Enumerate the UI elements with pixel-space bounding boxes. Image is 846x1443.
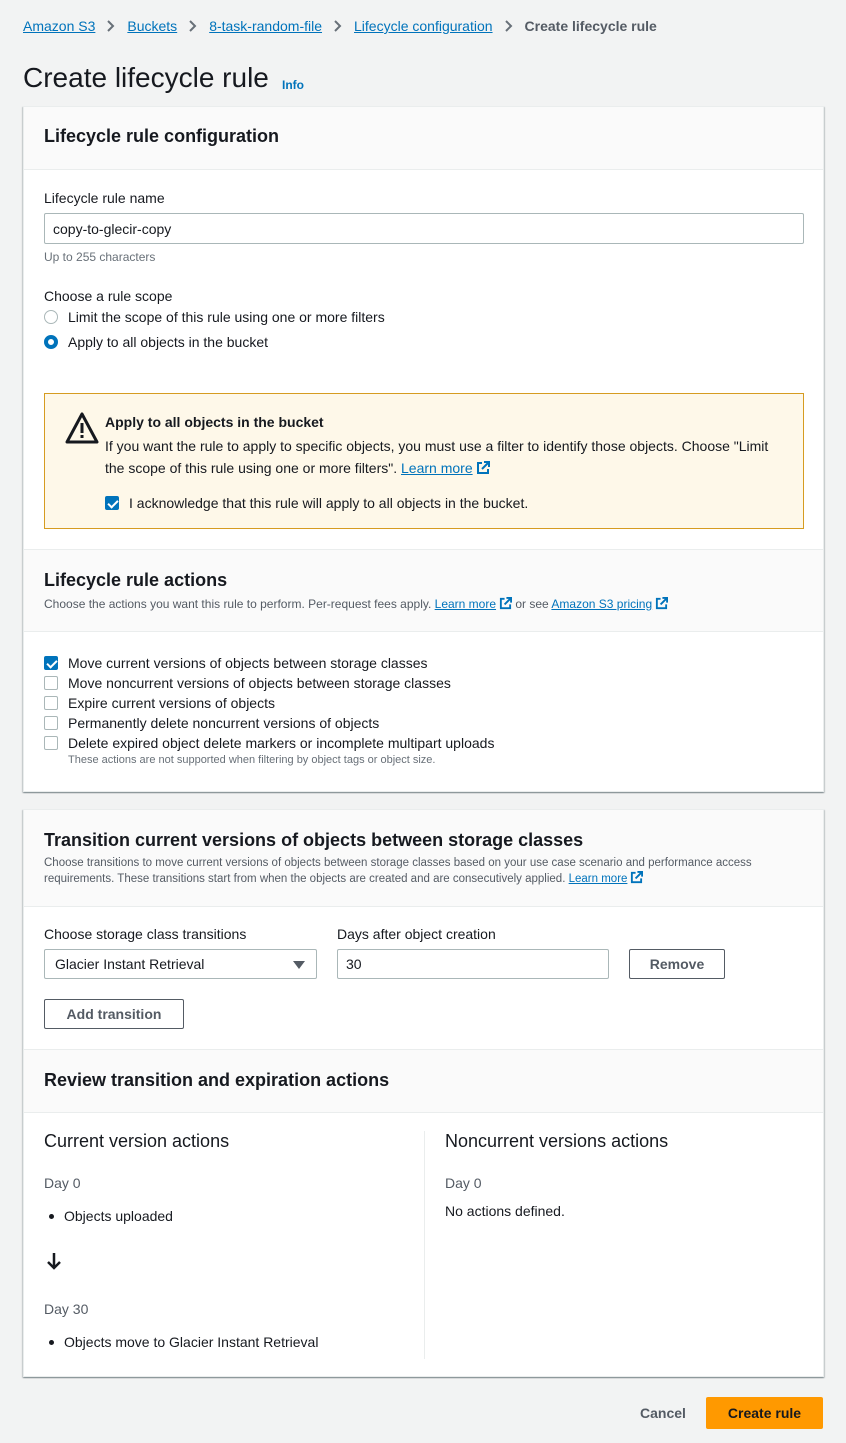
chevron-right-icon	[322, 16, 354, 36]
column-divider	[424, 1131, 425, 1359]
storage-class-label: Choose storage class transitions	[44, 926, 247, 942]
current-day30-item-text: Objects move to Glacier Instant Retrieva…	[64, 1334, 319, 1350]
config-title: Lifecycle rule configuration	[44, 126, 280, 146]
external-link-icon	[499, 597, 513, 614]
rule-name-label: Lifecycle rule name	[44, 190, 165, 206]
breadcrumb-lifecycle-configuration[interactable]: Lifecycle configuration	[354, 18, 493, 34]
chevron-right-icon	[95, 16, 127, 36]
actions-or-see: or see	[515, 597, 549, 611]
actions-title: Lifecycle rule actions	[44, 570, 228, 590]
cancel-button[interactable]: Cancel	[640, 1405, 686, 1421]
current-actions-title: Current version actions	[44, 1131, 230, 1151]
actions-desc-text: Choose the actions you want this rule to…	[44, 597, 432, 611]
transition-card: Transition current versions of objects b…	[23, 809, 824, 1377]
scope-warning-alert: Apply to all objects in the bucket If yo…	[44, 393, 804, 529]
days-input[interactable]: 30	[337, 949, 609, 979]
actions-learn-more-link[interactable]: Learn more	[435, 597, 496, 611]
breadcrumb-buckets[interactable]: Buckets	[127, 18, 177, 34]
action-label: Move noncurrent versions of objects betw…	[68, 675, 451, 691]
action-label: Move current versions of objects between…	[68, 655, 428, 671]
config-header: Lifecycle rule configuration	[24, 107, 823, 170]
scope-option-filter-label: Limit the scope of this rule using one o…	[68, 309, 385, 325]
remove-label: Remove	[649, 956, 705, 972]
action-label: Delete expired object delete markers or …	[68, 735, 495, 751]
storage-class-value: Glacier Instant Retrieval	[55, 956, 205, 972]
external-link-icon	[655, 597, 669, 614]
arrow-down-icon	[46, 1252, 62, 1273]
transition-desc-text: requirements. These transitions start fr…	[44, 873, 566, 885]
noncurrent-empty: No actions defined.	[445, 1203, 565, 1219]
warning-icon	[65, 412, 99, 447]
review-title: Review transition and expiration actions	[44, 1070, 390, 1090]
action-checkbox[interactable]	[44, 656, 58, 670]
external-link-icon	[630, 871, 644, 889]
action-move-noncurrent[interactable]: Move noncurrent versions of objects betw…	[44, 675, 451, 691]
breadcrumb: Amazon S3 Buckets 8-task-random-file Lif…	[23, 16, 657, 36]
create-rule-label: Create rule	[727, 1405, 802, 1421]
current-day0-item-text: Objects uploaded	[64, 1208, 173, 1224]
transition-title: Transition current versions of objects b…	[44, 830, 584, 850]
action-delete-noncurrent[interactable]: Permanently delete noncurrent versions o…	[44, 715, 379, 731]
action-delete-markers[interactable]: Delete expired object delete markers or …	[44, 735, 494, 751]
create-rule-button[interactable]: Create rule	[706, 1397, 823, 1429]
caret-down-icon	[293, 961, 305, 969]
rule-name-value: copy-to-glecir-copy	[53, 220, 172, 237]
days-value: 30	[346, 956, 362, 972]
page-title: Create lifecycle rule	[23, 62, 269, 93]
breadcrumb-bucket[interactable]: 8-task-random-file	[209, 18, 322, 34]
add-transition-button[interactable]: Add transition	[44, 999, 184, 1029]
current-day0: Day 0	[44, 1175, 81, 1191]
scope-radio-all[interactable]: Apply to all objects in the bucket	[44, 334, 268, 350]
acknowledge-checkbox[interactable]	[105, 496, 119, 510]
rule-scope-label: Choose a rule scope	[44, 288, 173, 304]
lifecycle-config-card: Lifecycle rule configuration Lifecycle r…	[23, 106, 824, 792]
scope-option-all-label: Apply to all objects in the bucket	[68, 334, 269, 350]
alert-text: If you want the rule to apply to specifi…	[105, 435, 785, 481]
action-checkbox[interactable]	[44, 736, 58, 750]
alert-learn-more-link[interactable]: Learn more	[401, 460, 473, 476]
radio-unchecked[interactable]	[44, 310, 58, 324]
action-checkbox[interactable]	[44, 696, 58, 710]
alert-title: Apply to all objects in the bucket	[105, 414, 324, 430]
noncurrent-actions-title: Noncurrent versions actions	[445, 1131, 669, 1151]
chevron-right-icon	[493, 16, 525, 36]
transition-desc-line2: requirements. These transitions start fr…	[44, 871, 644, 889]
action-move-current[interactable]: Move current versions of objects between…	[44, 655, 428, 671]
external-link-icon	[476, 459, 490, 481]
info-link[interactable]: Info	[282, 78, 304, 92]
action-label: Expire current versions of objects	[68, 695, 275, 711]
acknowledge-checkbox-row[interactable]: I acknowledge that this rule will apply …	[105, 495, 528, 511]
scope-radio-filter[interactable]: Limit the scope of this rule using one o…	[44, 309, 385, 325]
s3-pricing-link[interactable]: Amazon S3 pricing	[551, 597, 652, 611]
breadcrumb-amazon-s3[interactable]: Amazon S3	[23, 18, 95, 34]
rule-name-input[interactable]: copy-to-glecir-copy	[44, 213, 804, 244]
transition-header: Transition current versions of objects b…	[24, 810, 823, 907]
actions-note: These actions are not supported when fil…	[68, 754, 436, 766]
action-expire-current[interactable]: Expire current versions of objects	[44, 695, 275, 711]
days-label: Days after object creation	[337, 926, 496, 942]
actions-header: Lifecycle rule actions Choose the action…	[24, 549, 823, 632]
remove-transition-button[interactable]: Remove	[629, 949, 725, 979]
actions-desc: Choose the actions you want this rule to…	[44, 596, 669, 614]
noncurrent-day0: Day 0	[445, 1175, 482, 1191]
action-checkbox[interactable]	[44, 716, 58, 730]
transition-learn-more-link[interactable]: Learn more	[569, 873, 628, 885]
rule-name-hint: Up to 255 characters	[44, 250, 156, 264]
transition-desc-line1: Choose transitions to move current versi…	[44, 857, 752, 869]
chevron-right-icon	[177, 16, 209, 36]
review-header: Review transition and expiration actions	[24, 1049, 823, 1113]
action-checkbox[interactable]	[44, 676, 58, 690]
add-transition-label: Add transition	[66, 1006, 162, 1022]
acknowledge-label: I acknowledge that this rule will apply …	[129, 495, 529, 511]
radio-checked[interactable]	[44, 335, 58, 349]
current-day0-item: Objects uploaded	[44, 1208, 173, 1224]
storage-class-select[interactable]: Glacier Instant Retrieval	[44, 949, 317, 979]
breadcrumb-current: Create lifecycle rule	[524, 18, 657, 34]
action-label: Permanently delete noncurrent versions o…	[68, 715, 380, 731]
current-day30: Day 30	[44, 1301, 89, 1317]
current-day30-item: Objects move to Glacier Instant Retrieva…	[44, 1334, 318, 1350]
